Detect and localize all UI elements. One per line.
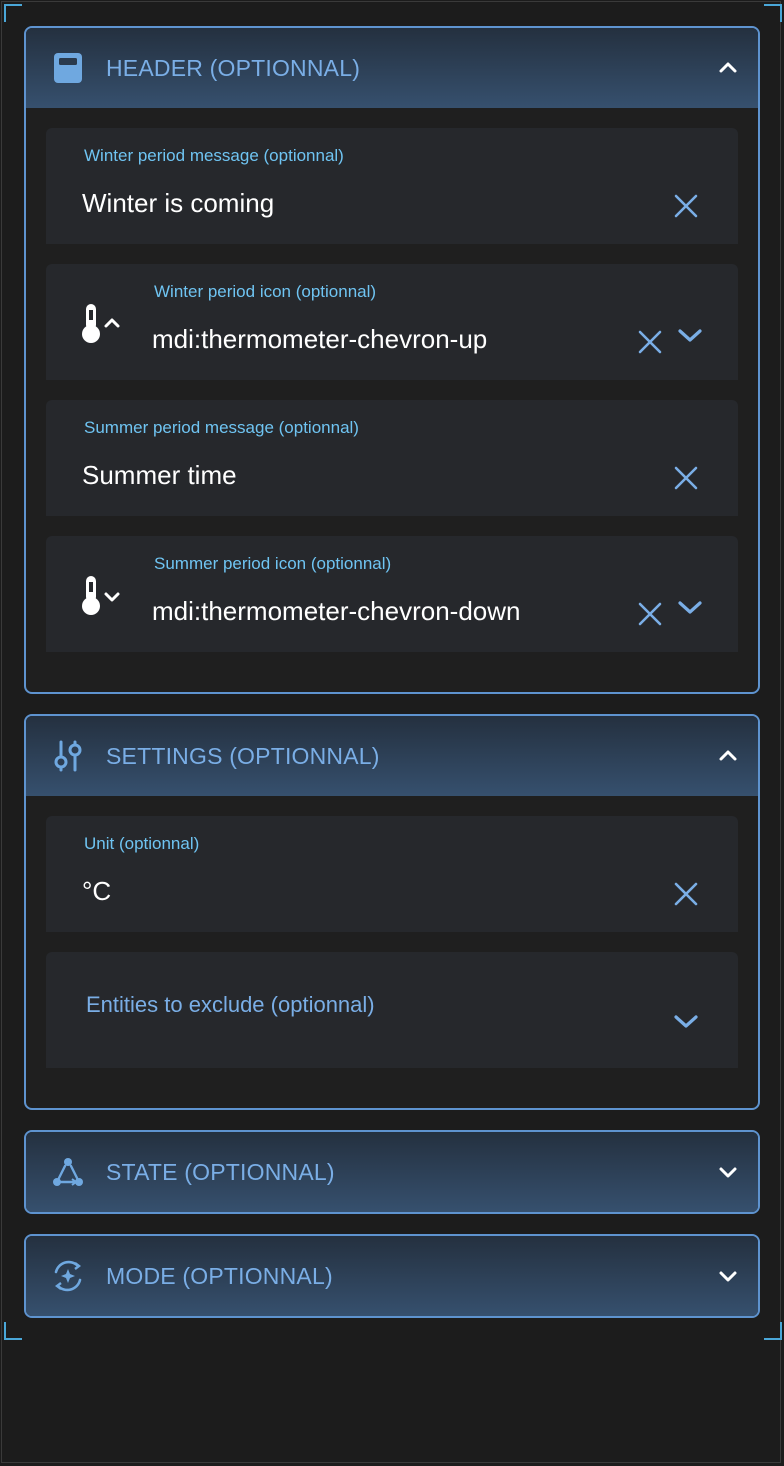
state-panel: STATE (OPTIONNAL) (24, 1130, 760, 1214)
chevron-down-icon[interactable] (676, 596, 704, 620)
clear-icon[interactable] (672, 464, 700, 492)
summer-message-value[interactable]: Summer time (82, 460, 237, 491)
mode-panel: MODE (OPTIONNAL) (24, 1234, 760, 1318)
winter-message-field[interactable]: Winter period message (optionnal) Winter… (46, 128, 738, 244)
entities-exclude-label: Entities to exclude (optionnal) (86, 992, 375, 1017)
settings-panel-title: SETTINGS (OPTIONNAL) (106, 742, 380, 769)
unit-field[interactable]: Unit (optionnal) °C (46, 816, 738, 932)
tune-icon (54, 740, 82, 772)
settings-panel: SETTINGS (OPTIONNAL) Unit (optionnal) °C… (24, 714, 760, 1110)
summer-message-field[interactable]: Summer period message (optionnal) Summer… (46, 400, 738, 516)
mode-panel-title: MODE (OPTIONNAL) (106, 1262, 333, 1289)
summer-message-label: Summer period message (optionnal) (84, 418, 359, 437)
winter-icon-label: Winter period icon (optionnal) (154, 282, 377, 301)
header-panel-title: HEADER (OPTIONNAL) (106, 54, 361, 81)
clear-icon[interactable] (672, 880, 700, 908)
settings-panel-toggle[interactable]: SETTINGS (OPTIONNAL) (26, 716, 758, 796)
entities-exclude-field[interactable]: Entities to exclude (optionnal) (46, 952, 738, 1068)
state-panel-title: STATE (OPTIONNAL) (106, 1158, 335, 1185)
selection-corner-top-right (764, 4, 782, 22)
chevron-up-icon (719, 750, 737, 761)
header-panel-toggle[interactable]: HEADER (OPTIONNAL) (26, 28, 758, 108)
clear-icon[interactable] (636, 328, 664, 356)
winter-icon-field[interactable]: Winter period icon (optionnal) mdi:therm… (46, 264, 738, 380)
unit-label: Unit (optionnal) (84, 834, 200, 853)
clear-icon[interactable] (672, 192, 700, 220)
chevron-down-icon[interactable] (672, 1010, 700, 1034)
selection-corner-bottom-right (764, 1322, 782, 1340)
auto-mode-icon (54, 1260, 82, 1292)
selection-corner-bottom-left (4, 1322, 22, 1340)
header-panel: HEADER (OPTIONNAL) Winter period message… (24, 26, 760, 694)
unit-value[interactable]: °C (82, 876, 111, 907)
winter-message-label: Winter period message (optionnal) (84, 146, 344, 165)
state-machine-icon (53, 1158, 83, 1186)
summer-icon-label: Summer period icon (optionnal) (154, 554, 392, 573)
selection-corner-top-left (4, 4, 22, 22)
clear-icon[interactable] (636, 600, 664, 628)
calculator-icon (54, 53, 82, 83)
winter-message-value[interactable]: Winter is coming (82, 188, 274, 219)
chevron-down-icon (719, 1167, 737, 1178)
state-panel-toggle[interactable]: STATE (OPTIONNAL) (26, 1132, 758, 1212)
thermometer-chevron-up-icon (82, 304, 120, 343)
summer-icon-field[interactable]: Summer period icon (optionnal) mdi:therm… (46, 536, 738, 652)
mode-panel-toggle[interactable]: MODE (OPTIONNAL) (26, 1236, 758, 1316)
thermometer-chevron-down-icon (82, 576, 120, 615)
winter-icon-value[interactable]: mdi:thermometer-chevron-up (152, 324, 487, 355)
chevron-up-icon (719, 62, 737, 73)
summer-icon-value[interactable]: mdi:thermometer-chevron-down (152, 596, 520, 627)
chevron-down-icon (719, 1271, 737, 1282)
chevron-down-icon[interactable] (676, 324, 704, 348)
